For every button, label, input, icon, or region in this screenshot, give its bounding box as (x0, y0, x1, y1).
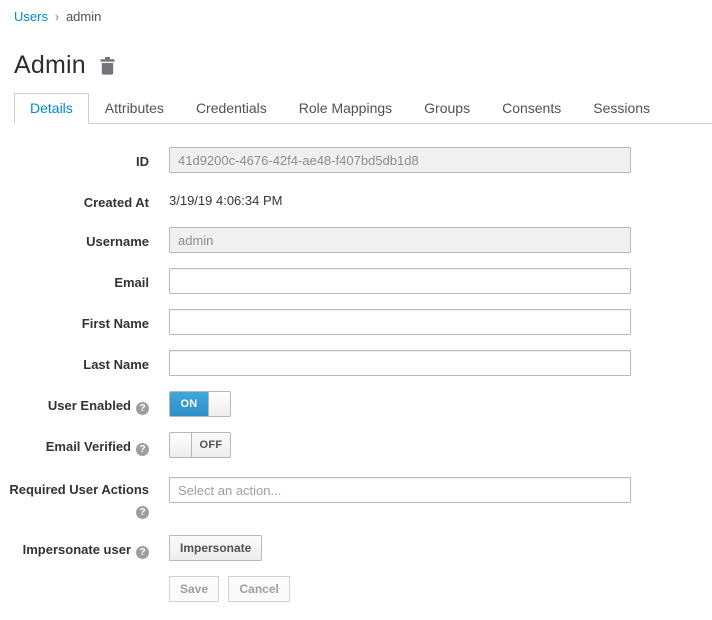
username-row: Username (0, 227, 712, 253)
impersonate-button[interactable]: Impersonate (169, 535, 263, 561)
help-icon[interactable]: ? (136, 443, 149, 456)
impersonate-label: Impersonate user? (0, 535, 169, 561)
user-enabled-label: User Enabled? (0, 391, 169, 417)
delete-user-button[interactable] (100, 56, 115, 78)
tab-credentials[interactable]: Credentials (180, 93, 283, 124)
id-label: ID (136, 154, 149, 169)
created-at-label: Created At (83, 195, 149, 210)
breadcrumb-current: admin (65, 9, 102, 24)
first-name-row: First Name (0, 309, 712, 335)
help-icon[interactable]: ? (136, 402, 149, 415)
form-actions-row: Save Cancel (0, 576, 712, 602)
first-name-field[interactable] (169, 309, 631, 335)
last-name-field[interactable] (169, 350, 631, 376)
user-tabs: Details Attributes Credentials Role Mapp… (14, 93, 712, 124)
username-label: Username (86, 234, 149, 249)
tab-consents[interactable]: Consents (486, 93, 577, 124)
impersonate-row: Impersonate user? Impersonate (0, 535, 712, 561)
tab-groups[interactable]: Groups (408, 93, 486, 124)
id-field (169, 147, 631, 173)
first-name-label: First Name (81, 316, 149, 331)
created-at-row: Created At 3/19/19 4:06:34 PM (0, 188, 712, 212)
user-detail-page: Users › admin Admin Details Attributes C… (0, 0, 712, 602)
toggle-on-label: ON (170, 392, 208, 416)
trash-icon (100, 56, 115, 78)
tab-details[interactable]: Details (14, 93, 89, 124)
toggle-handle (208, 392, 230, 416)
email-field[interactable] (169, 268, 631, 294)
tab-sessions[interactable]: Sessions (577, 93, 666, 124)
username-field (169, 227, 631, 253)
created-at-value: 3/19/19 4:06:34 PM (169, 193, 283, 208)
last-name-row: Last Name (0, 350, 712, 376)
tab-role-mappings[interactable]: Role Mappings (283, 93, 408, 124)
user-enabled-toggle[interactable]: ON (169, 391, 231, 417)
breadcrumb: Users › admin (0, 9, 712, 24)
required-user-actions-row: Required User Actions? (0, 477, 712, 520)
required-user-actions-label: Required User Actions? (9, 482, 149, 519)
page-title: Admin (14, 51, 86, 79)
email-label: Email (114, 275, 149, 290)
page-header: Admin (14, 51, 712, 80)
user-enabled-row: User Enabled? ON (0, 391, 712, 417)
email-row: Email (0, 268, 712, 294)
user-details-form: ID Created At 3/19/19 4:06:34 PM Usernam… (0, 147, 712, 602)
help-icon[interactable]: ? (136, 506, 149, 519)
save-button[interactable]: Save (169, 576, 220, 602)
help-icon[interactable]: ? (136, 546, 149, 559)
last-name-label: Last Name (83, 357, 149, 372)
toggle-handle (170, 433, 192, 457)
email-verified-label: Email Verified? (0, 432, 169, 462)
id-row: ID (0, 147, 712, 173)
email-verified-toggle[interactable]: OFF (169, 432, 231, 458)
cancel-button[interactable]: Cancel (228, 576, 290, 602)
breadcrumb-separator-icon: › (54, 9, 59, 24)
breadcrumb-users-link[interactable]: Users (14, 9, 48, 24)
email-verified-row: Email Verified? OFF (0, 432, 712, 462)
toggle-off-label: OFF (192, 433, 230, 457)
tab-attributes[interactable]: Attributes (89, 93, 180, 124)
required-user-actions-select[interactable] (169, 477, 631, 503)
